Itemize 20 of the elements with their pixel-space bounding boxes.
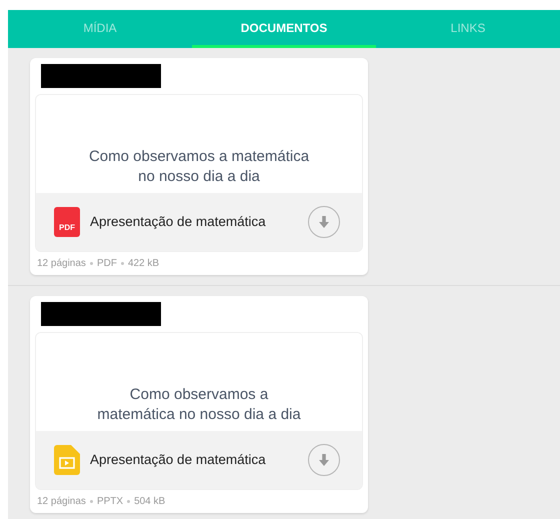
file-name: Apresentação de matemática [90, 450, 267, 469]
tab[interactable]: LINKS [376, 10, 560, 48]
tab[interactable]: MÍDIA [8, 10, 192, 48]
file-meta: PPTX [96, 495, 124, 509]
download-button[interactable] [308, 444, 340, 476]
download-arrow-icon [319, 216, 329, 228]
download-arrow-icon [319, 454, 329, 466]
download-button[interactable] [308, 206, 340, 238]
file-meta: PDF [96, 257, 117, 271]
document-preview[interactable]: Como observamos a matemática no nosso dia a dia Apresentação de matemática [35, 332, 363, 490]
file-meta: 12 páginas [37, 257, 86, 271]
file-meta: 422 kB [128, 257, 160, 271]
file-meta: 504 kB [134, 495, 166, 509]
preview-title: Como observamos a matemática no nosso dia a dia [88, 147, 310, 187]
slides-file-icon [54, 445, 80, 475]
file-name: Apresentação de matemática [90, 212, 267, 231]
file-meta: 12 páginas [37, 495, 86, 509]
document-preview[interactable]: Como observamos a matemática no nosso dia a dia PDF Apresentação de matemática [35, 94, 363, 252]
preview-title: Como observamos a matemática no nosso dia a dia [96, 385, 302, 425]
pdf-icon-label: PDF [59, 224, 75, 232]
